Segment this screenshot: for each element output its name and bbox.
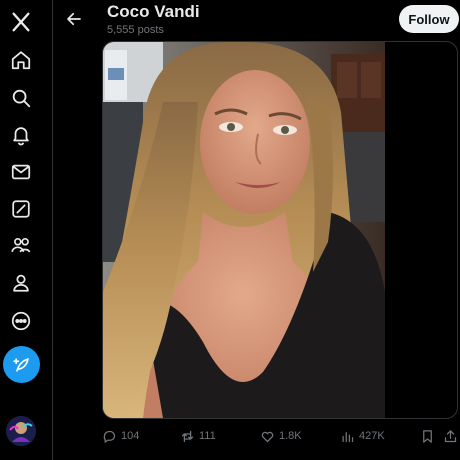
like-count: 1.8K	[279, 430, 302, 442]
bookmark-button[interactable]	[420, 424, 435, 448]
communities-icon[interactable]	[3, 227, 39, 263]
bookmark-icon	[423, 429, 432, 443]
profile-icon[interactable]	[3, 265, 39, 301]
column-divider	[52, 0, 53, 460]
back-button[interactable]	[59, 4, 89, 34]
like-button[interactable]: 1.8K	[260, 424, 302, 448]
post-actions: 104 111 1.8K 427K	[100, 424, 460, 448]
reply-button[interactable]: 104	[102, 424, 139, 448]
reply-count: 104	[121, 430, 140, 442]
view-count: 427K	[359, 430, 385, 442]
notifications-icon[interactable]	[3, 117, 39, 153]
post-media[interactable]	[102, 41, 458, 419]
more-icon[interactable]	[3, 303, 39, 339]
repost-count: 111	[199, 430, 216, 442]
left-nav	[0, 0, 44, 460]
search-icon[interactable]	[3, 80, 39, 116]
heart-icon	[261, 431, 274, 442]
grok-icon[interactable]	[3, 191, 39, 227]
views-button[interactable]: 427K	[340, 424, 385, 448]
share-button[interactable]	[443, 424, 458, 448]
messages-icon[interactable]	[3, 154, 39, 190]
follow-button[interactable]: Follow	[399, 5, 459, 33]
x-logo-icon[interactable]	[3, 4, 39, 40]
profile-header: Coco Vandi 5,555 posts Follow	[53, 0, 460, 40]
reply-icon	[103, 430, 116, 443]
repost-button[interactable]: 111	[180, 424, 216, 448]
account-avatar[interactable]	[6, 416, 36, 446]
analytics-icon	[342, 431, 354, 442]
compose-post-button[interactable]	[3, 346, 40, 383]
share-icon	[444, 429, 457, 442]
home-icon[interactable]	[3, 42, 39, 78]
back-arrow-icon	[67, 12, 81, 26]
repost-icon	[181, 430, 194, 442]
profile-name: Coco Vandi	[107, 2, 200, 21]
post-photo	[103, 42, 385, 418]
post-count: 5,555 posts	[107, 24, 164, 36]
compose-post-icon	[12, 357, 29, 372]
